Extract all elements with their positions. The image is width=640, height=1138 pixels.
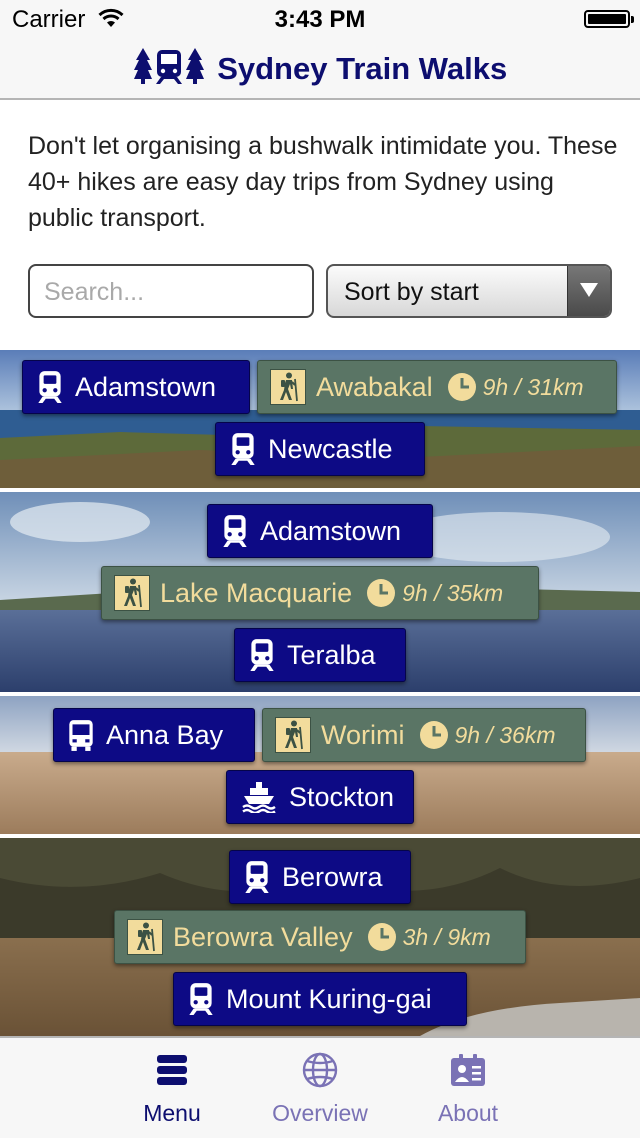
intro-text: Don't let organising a bushwalk intimida…	[28, 132, 618, 232]
track-name: Lake Macquarie	[160, 577, 353, 608]
track-duration: 9h / 35km	[402, 579, 504, 606]
tab-label: About	[437, 1100, 499, 1126]
end-station-chip[interactable]: Mount Kuring-gai	[173, 972, 467, 1026]
walk-row[interactable]: Anna Bay Worimi 9h / 36km Stockton	[0, 696, 640, 834]
clock-icon	[367, 922, 397, 952]
tab-label: Menu	[143, 1100, 201, 1126]
dropdown-arrow-icon	[567, 266, 610, 316]
track-duration: 9h / 31km	[482, 373, 584, 400]
start-station-chip[interactable]: Berowra	[229, 850, 411, 904]
tab-label: Overview	[272, 1100, 368, 1126]
tab-overview[interactable]: Overview	[245, 1038, 395, 1138]
track-name: Worimi	[321, 719, 405, 750]
train-icon	[37, 370, 63, 404]
nav-bar: Sydney Train Walks	[0, 40, 640, 100]
end-station-chip[interactable]: Teralba	[234, 628, 406, 682]
walk-row[interactable]: Adamstown Awabakal 9h / 31km Newcastle	[0, 350, 640, 488]
bus-icon	[68, 718, 94, 752]
track-chip[interactable]: Worimi 9h / 36km	[262, 708, 586, 762]
tab-about[interactable]: About	[393, 1038, 543, 1138]
train-icon	[244, 860, 270, 894]
track-chip[interactable]: Awabakal 9h / 31km	[257, 360, 617, 414]
start-station-name: Adamstown	[260, 515, 402, 546]
tab-bar: Menu Overview About	[0, 1036, 640, 1138]
tab-menu[interactable]: Menu	[97, 1038, 247, 1138]
end-station-chip[interactable]: Stockton	[226, 770, 414, 824]
train-icon	[230, 432, 256, 466]
track-name: Awabakal	[316, 371, 433, 402]
search-input[interactable]	[44, 276, 294, 308]
end-station-name: Newcastle	[268, 433, 393, 464]
end-station-name: Teralba	[287, 639, 376, 670]
sort-selected-label: Sort by start	[344, 278, 479, 306]
end-station-name: Mount Kuring-gai	[226, 983, 432, 1014]
end-station-chip[interactable]: Newcastle	[215, 422, 425, 476]
start-station-name: Berowra	[282, 861, 383, 892]
clock-icon	[447, 372, 477, 402]
hiker-icon	[114, 575, 150, 611]
hiker-icon	[270, 369, 306, 405]
start-station-chip[interactable]: Adamstown	[22, 360, 250, 414]
train-icon	[188, 982, 214, 1016]
clock-icon	[366, 578, 396, 608]
status-bar: Carrier 3:43 PM	[0, 0, 640, 40]
track-duration: 3h / 9km	[402, 923, 491, 950]
track-chip[interactable]: Lake Macquarie 9h / 35km	[101, 566, 539, 620]
start-station-chip[interactable]: Anna Bay	[53, 708, 255, 762]
status-time: 3:43 PM	[274, 6, 366, 33]
track-chip[interactable]: Berowra Valley 3h / 9km	[114, 910, 526, 964]
ferry-icon	[241, 781, 277, 813]
hiker-icon	[275, 717, 311, 753]
trees-train-logo-icon	[133, 46, 205, 91]
start-station-chip[interactable]: Adamstown	[207, 504, 433, 558]
clock-icon	[419, 720, 449, 750]
sort-select[interactable]: Sort by start	[326, 264, 612, 318]
track-duration: 9h / 36km	[454, 721, 556, 748]
hiker-icon	[127, 919, 163, 955]
walk-row[interactable]: Berowra Berowra Valley 3h / 9km Mount Ku…	[0, 838, 640, 1036]
end-station-name: Stockton	[289, 781, 395, 812]
train-icon	[249, 638, 275, 672]
start-station-name: Adamstown	[75, 371, 217, 402]
menu-icon	[152, 1052, 192, 1092]
contact-card-icon	[448, 1052, 488, 1092]
start-station-name: Anna Bay	[106, 719, 224, 750]
search-field[interactable]	[28, 264, 314, 318]
track-name: Berowra Valley	[173, 921, 353, 952]
walk-row[interactable]: Adamstown Lake Macquarie 9h / 35km Teral…	[0, 492, 640, 692]
train-icon	[222, 514, 248, 548]
globe-icon	[300, 1052, 340, 1092]
battery-icon	[584, 10, 634, 28]
app-title: Sydney Train Walks	[217, 50, 508, 86]
